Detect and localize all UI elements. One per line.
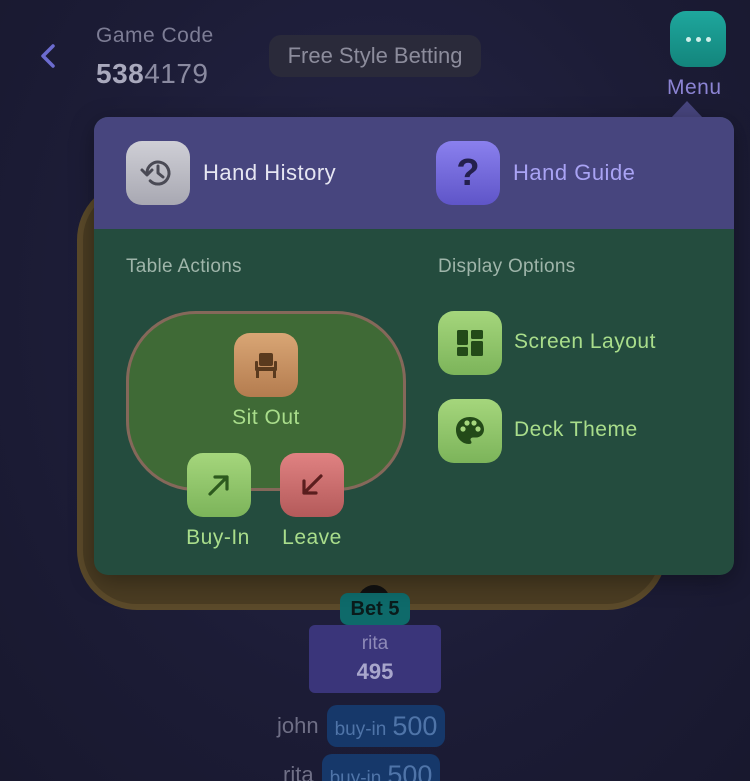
player-chips: 495 (356, 659, 394, 684)
chair-icon (255, 353, 277, 378)
display-options-title: Display Options (438, 256, 576, 277)
deck-theme-button[interactable] (438, 399, 502, 463)
hand-history-label[interactable]: Hand History (203, 160, 336, 186)
log-action: buy-in (334, 719, 387, 740)
more-dot (705, 36, 711, 42)
screen-layout-label[interactable]: Screen Layout (514, 330, 656, 354)
screen-layout-button[interactable] (438, 311, 502, 375)
more-dot (695, 36, 701, 42)
history-clock-icon (140, 160, 171, 186)
log-player-name: rita (283, 762, 314, 781)
player-name: rita (361, 633, 389, 654)
question-mark-icon: ? (456, 151, 480, 194)
leave-button[interactable] (280, 453, 344, 517)
log-amount: 500 (387, 760, 433, 781)
sit-out-button[interactable] (234, 333, 298, 397)
log-player-name: john (277, 713, 319, 738)
hand-guide-button[interactable]: ? (436, 141, 500, 205)
log-action-pill: buy-in 500 (321, 754, 441, 781)
arrow-up-right-icon (208, 475, 229, 496)
log-entry: john buy-in 500 (277, 705, 446, 747)
bet-badge: Bet 5 (340, 593, 410, 625)
popover-top-section (94, 117, 734, 229)
game-code-strong: 538 (96, 58, 145, 89)
menu-button[interactable] (670, 11, 726, 67)
game-code-value: 5384179 (96, 58, 209, 90)
hand-history-button[interactable] (126, 141, 190, 205)
hand-guide-label[interactable]: Hand Guide (513, 160, 635, 186)
betting-mode-pill[interactable]: Free Style Betting (269, 35, 481, 77)
sit-out-label[interactable]: Sit Out (212, 406, 320, 430)
table-actions-title: Table Actions (126, 256, 242, 277)
arrow-down-left-icon (302, 474, 323, 495)
more-dot (685, 36, 691, 42)
layout-grid-icon (457, 330, 483, 356)
buy-in-button[interactable] (187, 453, 251, 517)
deck-theme-label[interactable]: Deck Theme (514, 418, 638, 442)
buy-in-label[interactable]: Buy-In (168, 526, 268, 550)
log-amount: 500 (392, 711, 438, 741)
chevron-left-icon (41, 44, 55, 68)
player-seat[interactable]: rita 495 (309, 625, 441, 693)
back-button[interactable] (34, 40, 64, 72)
palette-icon (456, 417, 484, 444)
menu-popover: Hand History ? Hand Guide Table Actions … (94, 117, 734, 575)
leave-label[interactable]: Leave (262, 526, 362, 550)
log-entry: rita buy-in 500 (283, 754, 441, 781)
log-action-pill: buy-in 500 (326, 705, 446, 747)
game-code-label: Game Code (96, 24, 214, 47)
menu-label: Menu (667, 76, 722, 99)
game-code-rest: 4179 (144, 58, 209, 89)
popover-arrow (671, 101, 703, 118)
log-action: buy-in (329, 768, 382, 781)
